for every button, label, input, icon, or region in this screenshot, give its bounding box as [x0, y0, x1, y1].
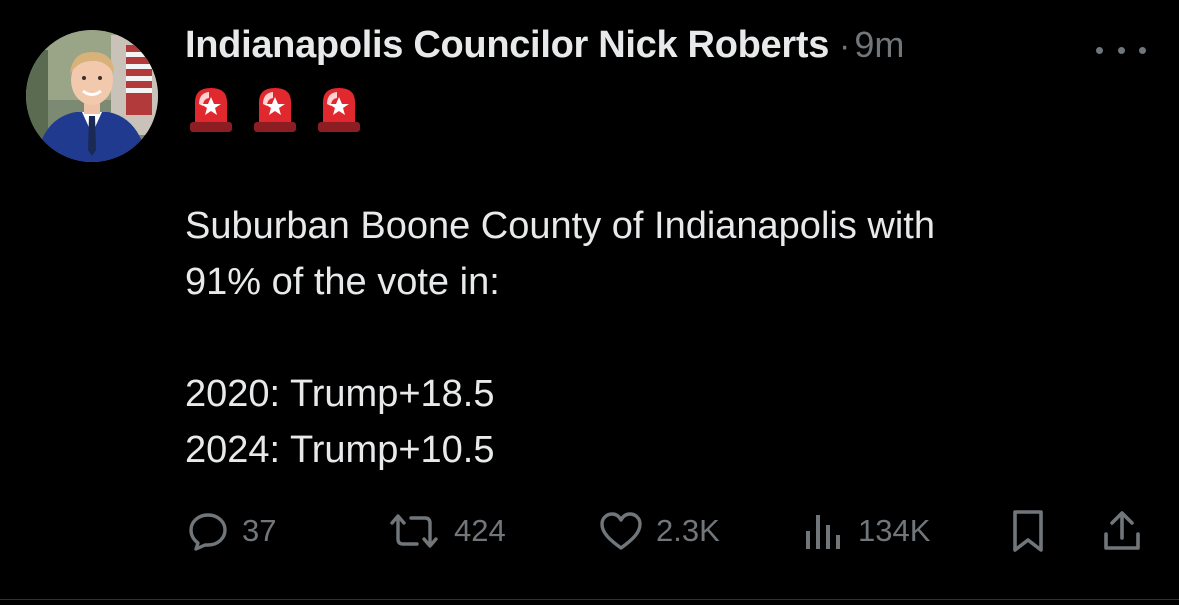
more-dot-icon: [1117, 46, 1125, 54]
reply-icon: [189, 513, 227, 551]
more-dot-icon: [1139, 46, 1146, 54]
tweet-text-line: 2020: Trump+18.5: [185, 373, 495, 415]
profile-photo: [26, 30, 158, 162]
share-button[interactable]: [1100, 506, 1144, 556]
tweet[interactable]: Indianapolis Councilor Nick Roberts · 9m: [0, 0, 1179, 605]
siren-emoji-row: [188, 84, 362, 132]
repost-button[interactable]: 424: [386, 506, 506, 556]
author-name[interactable]: Indianapolis Councilor Nick Roberts: [185, 24, 829, 67]
timestamp[interactable]: 9m: [854, 24, 904, 66]
tweet-header: Indianapolis Councilor Nick Roberts · 9m: [185, 24, 904, 74]
separator-dot: ·: [839, 27, 851, 65]
like-button[interactable]: 2.3K: [598, 506, 720, 556]
tweet-text-line: 2024: Trump+10.5: [185, 429, 495, 471]
bookmark-icon: [1013, 510, 1043, 552]
views-button[interactable]: 134K: [800, 506, 930, 556]
views-count: 134K: [858, 513, 931, 548]
like-icon: [600, 512, 642, 550]
tweet-text-line: Suburban Boone County of Indianapolis wi…: [185, 205, 935, 247]
tweet-text-line: 91% of the vote in:: [185, 261, 500, 303]
action-bar: 37 424 2.3K 134K: [0, 506, 1179, 556]
like-count: 2.3K: [656, 513, 720, 548]
repost-icon: [390, 514, 438, 548]
more-dot-icon: [1096, 46, 1103, 54]
bookmark-button[interactable]: [1008, 506, 1048, 556]
siren-emoji-icon: [254, 88, 296, 132]
avatar[interactable]: [26, 30, 158, 162]
reply-count: 37: [242, 513, 277, 548]
reply-button[interactable]: 37: [186, 506, 276, 556]
views-icon: [806, 515, 840, 549]
siren-emoji-icon: [190, 88, 232, 132]
share-icon: [1104, 511, 1140, 550]
more-options-button[interactable]: [1096, 38, 1146, 62]
tweet-body: Suburban Boone County of Indianapolis wi…: [185, 198, 1145, 478]
repost-count: 424: [454, 513, 506, 548]
divider: [0, 599, 1179, 600]
siren-emoji-icon: [318, 88, 360, 132]
